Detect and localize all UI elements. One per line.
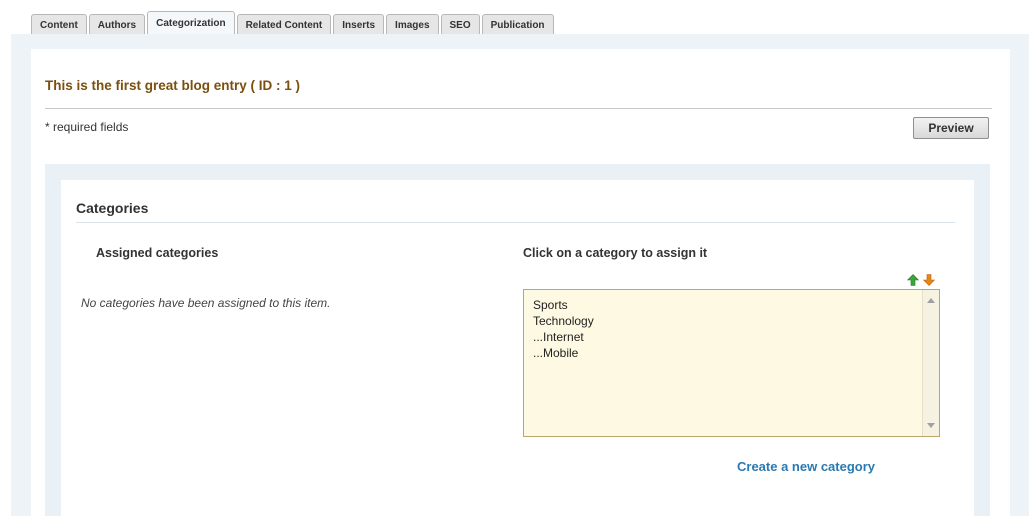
- available-categories-list[interactable]: Sports Technology ...Internet ...Mobile: [523, 289, 940, 437]
- tab-seo[interactable]: SEO: [440, 14, 480, 35]
- no-categories-message: No categories have been assigned to this…: [81, 296, 331, 310]
- move-up-arrow-icon[interactable]: [907, 274, 919, 286]
- tab-content[interactable]: Content: [31, 14, 87, 35]
- create-category-link[interactable]: Create a new category: [737, 459, 875, 474]
- tab-bar: Content Authors Categorization Related C…: [31, 11, 554, 35]
- list-item[interactable]: ...Internet: [533, 329, 594, 345]
- tab-related-content[interactable]: Related Content: [236, 14, 332, 35]
- page-title: This is the first great blog entry ( ID …: [45, 78, 301, 93]
- list-item[interactable]: Technology: [533, 313, 594, 329]
- available-categories-heading: Click on a category to assign it: [523, 246, 708, 260]
- tab-images[interactable]: Images: [386, 14, 439, 35]
- list-item[interactable]: ...Mobile: [533, 345, 594, 361]
- scroll-down-icon[interactable]: [927, 423, 935, 428]
- preview-button[interactable]: Preview: [913, 117, 989, 139]
- assigned-categories-heading: Assigned categories: [96, 246, 219, 260]
- title-divider: [45, 108, 992, 109]
- scroll-up-icon[interactable]: [927, 298, 935, 303]
- required-fields-note: * required fields: [45, 120, 129, 134]
- tab-authors[interactable]: Authors: [88, 14, 146, 35]
- categories-divider: [76, 222, 955, 223]
- tab-publication[interactable]: Publication: [481, 14, 554, 35]
- list-item[interactable]: Sports: [533, 297, 594, 313]
- categories-heading: Categories: [76, 200, 149, 216]
- tab-inserts[interactable]: Inserts: [333, 14, 385, 35]
- tab-categorization[interactable]: Categorization: [147, 11, 235, 35]
- move-down-arrow-icon[interactable]: [923, 274, 935, 286]
- listbox-scrollbar[interactable]: [922, 290, 939, 436]
